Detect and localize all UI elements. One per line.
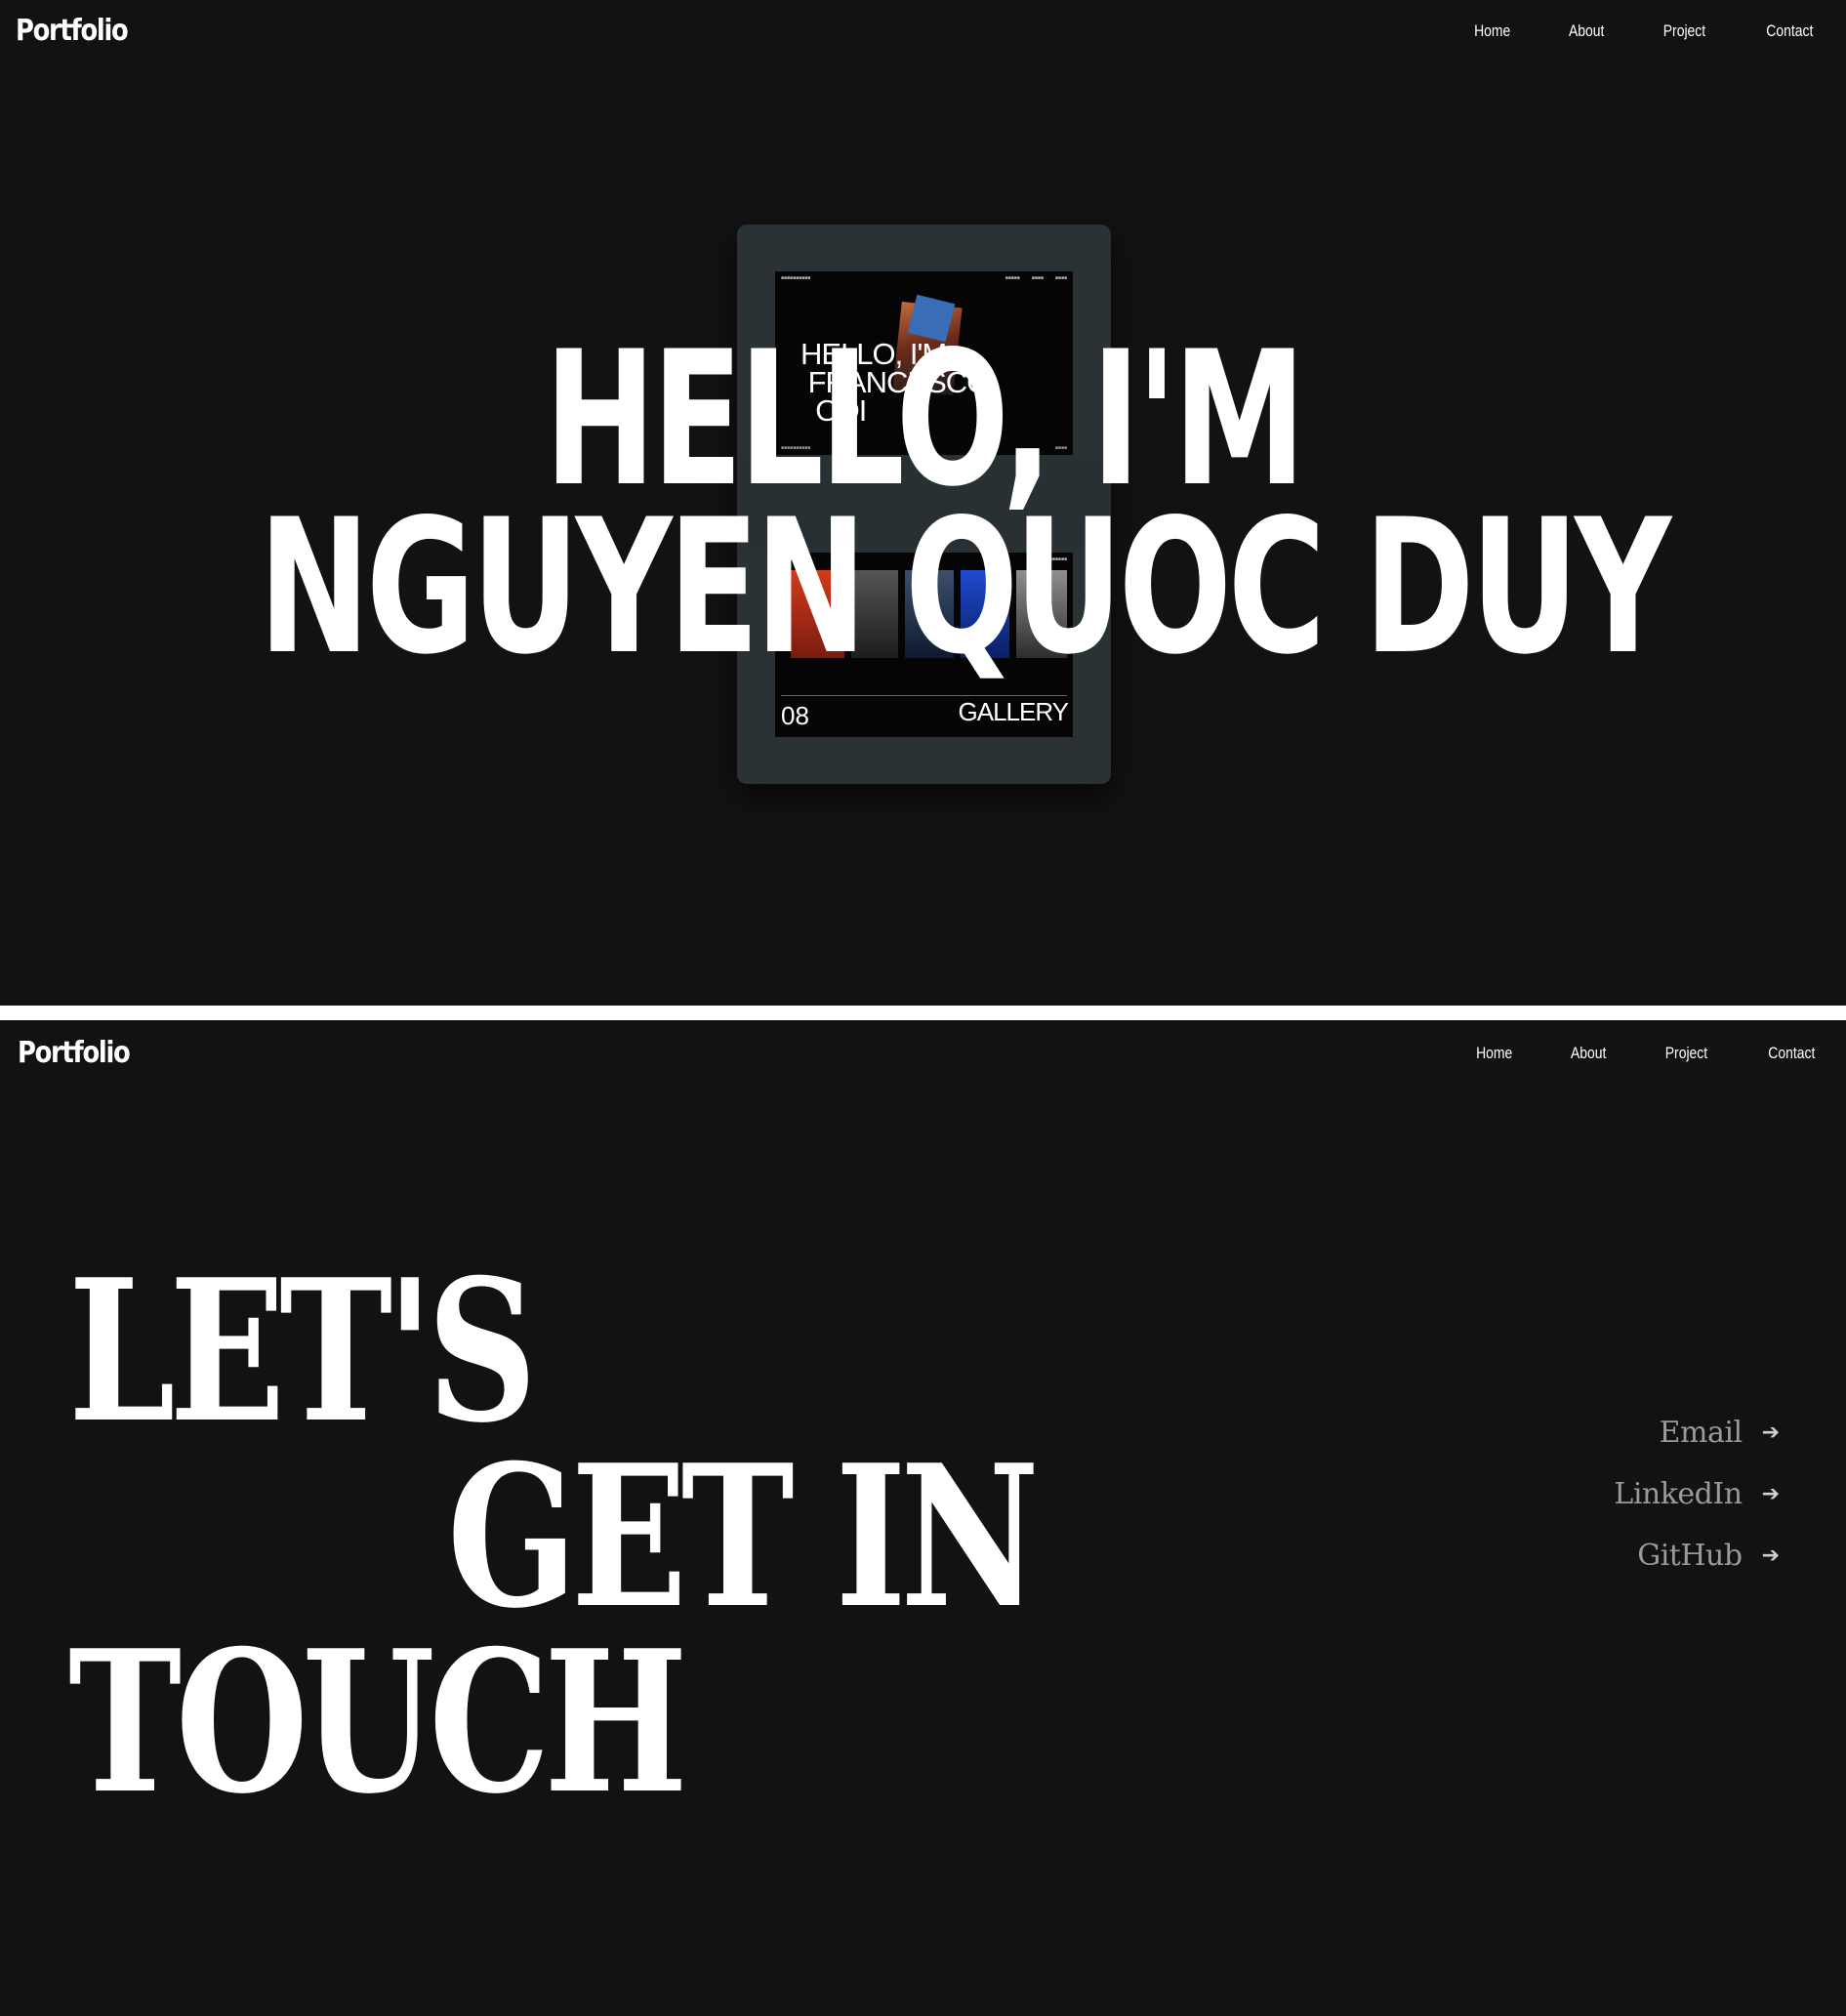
nav-project-link[interactable]: Project xyxy=(1663,21,1705,41)
github-link-label: GitHub xyxy=(1637,1539,1743,1573)
linkedin-link-label: LinkedIn xyxy=(1614,1477,1743,1511)
nav-about-link[interactable]: About xyxy=(1571,1044,1606,1063)
arrow-right-icon: ➔ xyxy=(1761,1543,1780,1568)
gallery-label: GALLERY xyxy=(958,697,1069,726)
github-link[interactable]: GitHub ➔ xyxy=(1637,1539,1780,1573)
arrow-right-icon: ➔ xyxy=(1761,1482,1780,1506)
hero-screen: Portfolio Home About Project Contact ■■■… xyxy=(0,0,1846,1006)
gallery-count: 08 xyxy=(781,701,809,730)
nav-home-link[interactable]: Home xyxy=(1476,1044,1512,1063)
top-nav-contact: Portfolio Home About Project Contact xyxy=(0,1020,1846,1089)
mockup-nav: ■■■■■■■■■■ ■■■■■ ■■■■ ■■■■ xyxy=(781,275,1067,281)
nav-contact-link[interactable]: Contact xyxy=(1769,1044,1816,1063)
nav-links: Home About Project Contact xyxy=(1470,21,1819,41)
nav-home-link[interactable]: Home xyxy=(1474,21,1510,41)
contact-heading-line-3: TOUCH xyxy=(68,1608,688,1837)
email-link-label: Email xyxy=(1659,1416,1743,1450)
contact-screen: Portfolio Home About Project Contact LET… xyxy=(0,1020,1846,2016)
top-nav: Portfolio Home About Project Contact xyxy=(0,0,1846,68)
nav-about-link[interactable]: About xyxy=(1569,21,1604,41)
contact-heading-line-1: LET'S xyxy=(68,1237,537,1466)
social-links: Email ➔ LinkedIn ➔ GitHub ➔ xyxy=(1614,1416,1780,1573)
hero-heading-line-2: NGUYEN QUOC DUY xyxy=(258,479,1671,695)
brand-logo[interactable]: Portfolio xyxy=(16,14,129,48)
contact-heading-line-2: GET IN xyxy=(447,1422,1040,1652)
brand-logo[interactable]: Portfolio xyxy=(18,1036,131,1070)
nav-links: Home About Project Contact xyxy=(1472,1044,1821,1063)
nav-project-link[interactable]: Project xyxy=(1665,1044,1707,1063)
nav-contact-link[interactable]: Contact xyxy=(1767,21,1814,41)
arrow-right-icon: ➔ xyxy=(1761,1420,1780,1445)
linkedin-link[interactable]: LinkedIn ➔ xyxy=(1614,1477,1780,1511)
email-link[interactable]: Email ➔ xyxy=(1660,1416,1780,1450)
gallery-divider xyxy=(781,695,1067,696)
